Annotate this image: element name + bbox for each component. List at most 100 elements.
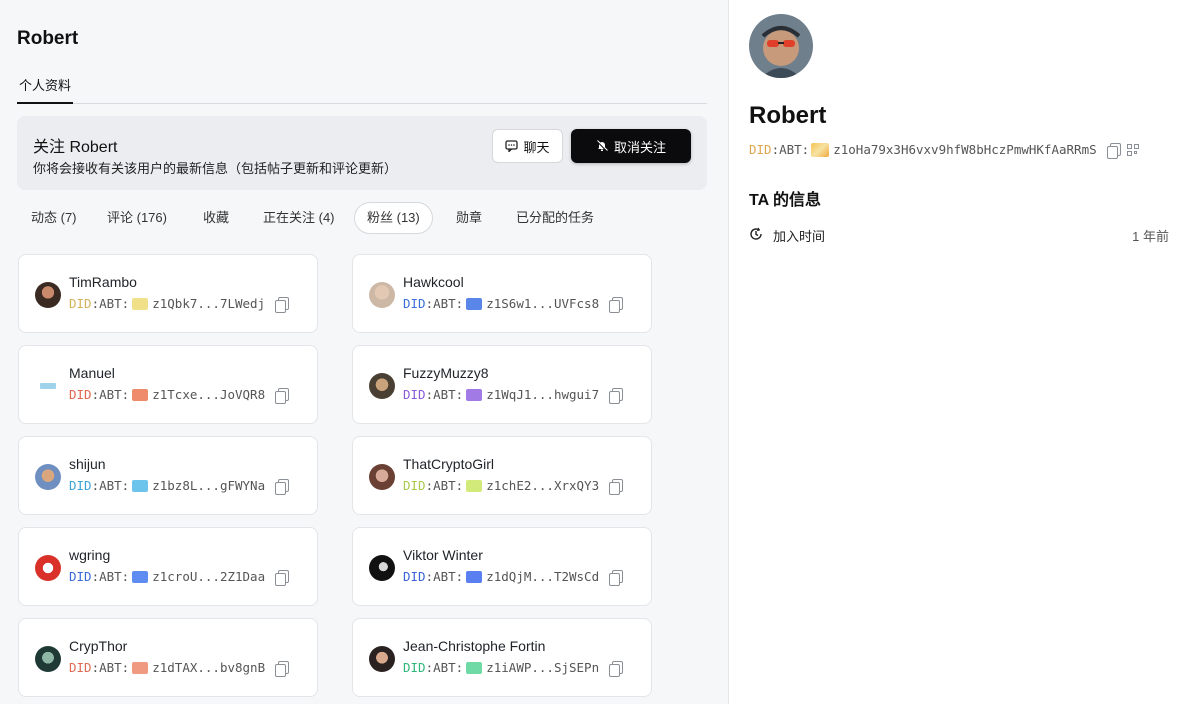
profile-sidebar: Robert DID:ABT: z1oHa79x3H6vxv9hfW8bHczPm… — [728, 0, 1203, 704]
copy-icon[interactable] — [275, 478, 290, 495]
did-address: DID:ABT: z1iAWP...SjSEPn — [403, 660, 624, 677]
bell-off-icon — [596, 140, 608, 152]
did-prefix: DID — [69, 569, 92, 584]
main-tabbar: 个人资料 — [17, 72, 707, 104]
avatar — [35, 464, 61, 490]
follower-card[interactable]: Hawkcool DID:ABT: z1S6w1...UVFcs8 — [352, 254, 652, 333]
copy-icon[interactable] — [275, 660, 290, 677]
follower-name[interactable]: Hawkcool — [403, 274, 464, 290]
avatar — [35, 282, 61, 308]
follower-card[interactable]: Manuel DID:ABT: z1Tcxe...JoVQR8 — [18, 345, 318, 424]
profile-avatar — [749, 14, 813, 78]
subtab-comments[interactable]: 评论 (176) — [95, 202, 179, 234]
did-rest: :ABT: — [91, 478, 130, 493]
copy-icon[interactable] — [609, 478, 624, 495]
did-short: z1chE2...XrxQY3 — [486, 478, 600, 493]
profile-name: Robert — [749, 102, 827, 129]
follower-card[interactable]: FuzzyMuzzy8 DID:ABT: z1WqJ1...hwgui7 — [352, 345, 652, 424]
profile-subtabs: 动态 (7) 评论 (176) 收藏 正在关注 (4) 粉丝 (13) 勋章 已… — [17, 202, 707, 234]
unfollow-button[interactable]: 取消关注 — [571, 129, 691, 163]
avatar — [35, 646, 61, 672]
subtab-badges[interactable]: 勋章 — [444, 202, 494, 234]
follower-name[interactable]: FuzzyMuzzy8 — [403, 365, 489, 381]
did-rest: :ABT: — [91, 569, 130, 584]
did-short: z1dTAX...bv8gnB — [152, 660, 266, 675]
follower-name[interactable]: wgring — [69, 547, 110, 563]
did-address: DID:ABT: z1croU...2Z1Daa — [69, 569, 290, 586]
follower-card[interactable]: Viktor Winter DID:ABT: z1dQjM...T2WsCd — [352, 527, 652, 606]
avatar — [369, 646, 395, 672]
join-time-value: 1 年前 — [1132, 229, 1169, 244]
main-panel: Robert 个人资料 关注 Robert 你将会接收有关该用户的最新信息（包括… — [0, 0, 728, 704]
chat-button-label: 聊天 — [523, 139, 550, 155]
did-rest: :ABT: — [425, 660, 464, 675]
copy-icon[interactable] — [275, 569, 290, 586]
did-chip — [132, 388, 149, 401]
did-prefix: DID — [403, 569, 426, 584]
did-short: z1croU...2Z1Daa — [152, 569, 266, 584]
copy-icon[interactable] — [275, 296, 290, 313]
copy-icon[interactable] — [609, 660, 624, 677]
follower-card[interactable]: ThatCryptoGirl DID:ABT: z1chE2...XrxQY3 — [352, 436, 652, 515]
did-short: z1Qbk7...7LWedj — [152, 296, 266, 311]
follower-name[interactable]: Viktor Winter — [403, 547, 483, 563]
clock-icon — [750, 227, 762, 240]
avatar — [35, 373, 61, 399]
follower-name[interactable]: Manuel — [69, 365, 115, 381]
did-prefix: DID — [403, 478, 426, 493]
did-prefix: DID — [403, 387, 426, 402]
did-chip — [466, 297, 483, 310]
follower-name[interactable]: ThatCryptoGirl — [403, 456, 494, 472]
did-rest: :ABT: — [425, 296, 464, 311]
did-rest: :ABT: — [91, 387, 130, 402]
chat-button[interactable]: 聊天 — [492, 129, 563, 163]
qr-code-icon[interactable] — [1126, 143, 1139, 156]
did-chip — [466, 570, 483, 583]
copy-icon[interactable] — [275, 387, 290, 404]
did-short: z1dQjM...T2WsCd — [486, 569, 600, 584]
subtab-activity[interactable]: 动态 (7) — [19, 202, 89, 234]
did-address: DID:ABT: z1dQjM...T2WsCd — [403, 569, 624, 586]
follower-name[interactable]: shijun — [69, 456, 106, 472]
copy-icon[interactable] — [609, 296, 624, 313]
copy-icon[interactable] — [609, 387, 624, 404]
join-time-row: 加入时间 1 年前 — [749, 226, 1169, 244]
did-address: DID:ABT: z1Tcxe...JoVQR8 — [69, 387, 290, 404]
subtab-following[interactable]: 正在关注 (4) — [251, 202, 347, 234]
did-chip — [132, 479, 149, 492]
did-prefix: DID — [403, 296, 426, 311]
follower-card[interactable]: TimRambo DID:ABT: z1Qbk7...7LWedj — [18, 254, 318, 333]
follow-description: 你将会接收有关该用户的最新信息（包括帖子更新和评论更新） — [33, 161, 398, 176]
copy-icon[interactable] — [609, 569, 624, 586]
avatar — [35, 555, 61, 581]
unfollow-button-label: 取消关注 — [613, 139, 666, 155]
avatar — [369, 282, 395, 308]
did-rest: :ABT: — [425, 478, 464, 493]
follower-card[interactable]: wgring DID:ABT: z1croU...2Z1Daa — [18, 527, 318, 606]
did-chip — [466, 479, 483, 492]
avatar — [369, 464, 395, 490]
did-chip — [466, 661, 483, 674]
follower-card[interactable]: Jean-Christophe Fortin DID:ABT: z1iAWP...… — [352, 618, 652, 697]
subtab-followers[interactable]: 粉丝 (13) — [354, 202, 433, 234]
subtab-favorites[interactable]: 收藏 — [191, 202, 241, 234]
follower-name[interactable]: CrypThor — [69, 638, 127, 654]
follower-name[interactable]: Jean-Christophe Fortin — [403, 638, 545, 654]
avatar — [369, 555, 395, 581]
follower-name[interactable]: TimRambo — [69, 274, 137, 290]
did-rest: :ABT: — [91, 296, 130, 311]
did-rest: :ABT: — [771, 142, 810, 157]
did-address: DID:ABT: z1S6w1...UVFcs8 — [403, 296, 624, 313]
avatar — [369, 373, 395, 399]
follower-card[interactable]: shijun DID:ABT: z1bz8L...gFWYNa — [18, 436, 318, 515]
follow-banner: 关注 Robert 你将会接收有关该用户的最新信息（包括帖子更新和评论更新） 聊… — [17, 116, 707, 190]
follower-card[interactable]: CrypThor DID:ABT: z1dTAX...bv8gnB — [18, 618, 318, 697]
did-short: z1Tcxe...JoVQR8 — [152, 387, 266, 402]
did-chip — [466, 388, 483, 401]
did-address: DID:ABT: z1chE2...XrxQY3 — [403, 478, 624, 495]
tab-profile[interactable]: 个人资料 — [17, 72, 74, 104]
subtab-assigned-tasks[interactable]: 已分配的任务 — [504, 202, 606, 234]
copy-icon[interactable] — [1106, 142, 1121, 159]
profile-photo — [749, 14, 813, 78]
did-rest: :ABT: — [91, 660, 130, 675]
